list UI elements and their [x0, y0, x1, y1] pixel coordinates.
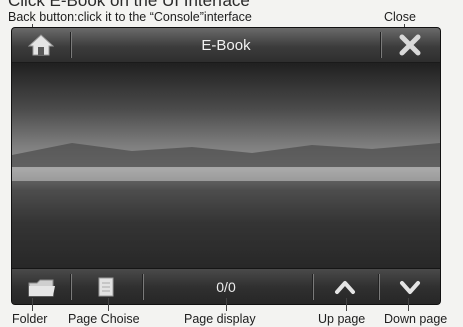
bottom-separator-3: [312, 274, 313, 300]
landscape-background-image: [12, 143, 440, 268]
close-icon: [399, 34, 421, 56]
page-icon: [98, 277, 114, 297]
back-button[interactable]: [18, 28, 64, 62]
home-icon: [28, 34, 54, 56]
top-separator-right: [380, 32, 381, 58]
header-text: Click E-Book on the UI Interface: [8, 0, 250, 10]
bottom-separator-4: [378, 274, 379, 300]
chevron-up-icon: [335, 281, 355, 294]
bottom-separator-2: [142, 274, 143, 300]
down-page-annotation: Down page: [384, 312, 448, 326]
page-choise-annotation: Page Choise: [68, 312, 140, 326]
ebook-device-screen: E-Book 0/0: [12, 28, 440, 304]
folder-annotation: Folder: [12, 312, 48, 326]
page-display-annotation: Page display: [184, 312, 256, 326]
page-choise-button[interactable]: [76, 269, 136, 304]
up-page-arrow-line: [346, 298, 347, 311]
back-button-annotation: Back button:click it to the “Console”int…: [8, 10, 252, 24]
close-annotation: Close: [384, 10, 416, 24]
up-page-annotation: Up page: [318, 312, 366, 326]
up-page-button[interactable]: [318, 269, 372, 304]
page-choise-arrow-line: [108, 298, 109, 311]
down-page-button[interactable]: [384, 269, 436, 304]
ebook-content-area: [12, 63, 440, 268]
folder-icon: [28, 279, 55, 297]
folder-arrow-line: [32, 298, 33, 311]
bottom-separator-1: [70, 274, 71, 300]
page-display-text: 0/0: [216, 279, 236, 295]
down-page-arrow-line: [408, 298, 409, 311]
page-title: E-Book: [201, 36, 251, 54]
top-bar: E-Book: [12, 28, 440, 63]
folder-button[interactable]: [20, 269, 64, 304]
top-separator-left: [70, 32, 71, 58]
chevron-down-icon: [400, 281, 420, 294]
close-button[interactable]: [386, 28, 434, 62]
page-display-arrow-line: [226, 298, 227, 311]
